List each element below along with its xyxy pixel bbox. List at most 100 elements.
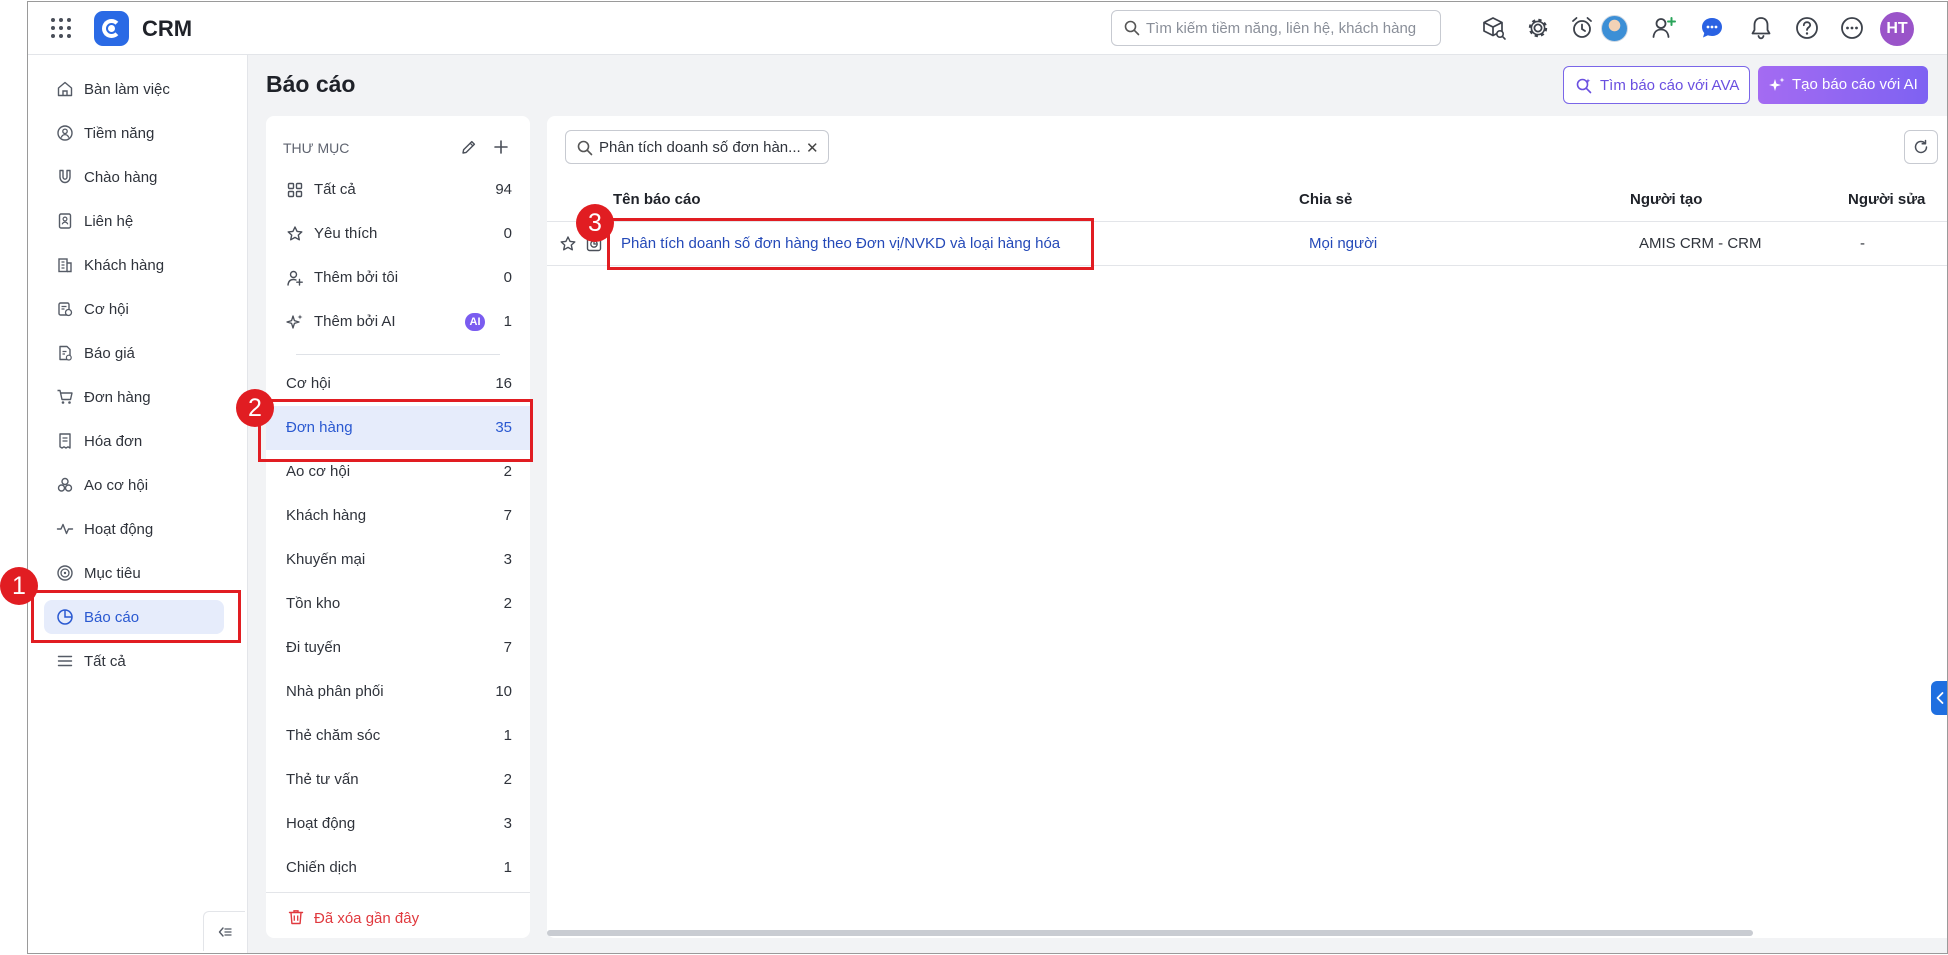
column-header-creator[interactable]: Người tạo [1630,191,1702,208]
folder-label: Hoạt động [286,815,356,832]
column-header-share[interactable]: Chia sẻ [1299,191,1352,208]
app-launcher-icon[interactable] [50,17,72,39]
pool-icon [57,477,73,492]
report-modifier: - [1860,235,1865,252]
favorite-star-icon[interactable] [559,235,577,253]
column-header-report-name[interactable]: Tên báo cáo [613,191,701,208]
folder-item[interactable]: Thẻ chăm sóc 1 [266,714,530,758]
column-header-modifier[interactable]: Người sửa [1848,191,1925,208]
assistant-avatar-icon[interactable] [1601,15,1628,42]
edit-pencil-icon[interactable] [460,138,478,156]
folder-item[interactable]: Ao cơ hội 2 [266,450,530,494]
settings-gear-icon[interactable] [1525,15,1551,41]
user-avatar[interactable]: HT [1880,12,1914,46]
building-icon [58,258,72,273]
folder-count: 35 [495,419,512,436]
create-report-ai-button[interactable]: Tạo báo cáo với AI [1758,66,1928,104]
grid-icon [287,182,303,198]
clear-filter-icon[interactable]: ✕ [806,139,819,157]
folder-item[interactable]: Chiến dịch 1 [266,846,530,890]
sidebar-item-label: Báo giá [84,345,135,362]
sidebar-item-goals[interactable]: Mục tiêu [44,556,224,590]
ai-search-icon [1576,78,1592,94]
add-user-icon[interactable] [1651,15,1677,41]
folder-label: Ao cơ hội [286,463,351,480]
report-share[interactable]: Mọi người [1309,235,1377,252]
annotation-marker-3: 3 [576,204,614,242]
crm-logo-icon[interactable] [94,11,129,46]
package-search-icon[interactable] [1481,15,1507,41]
sidebar-item-orders[interactable]: Đơn hàng [44,380,224,414]
sidebar-item-dashboard[interactable]: Bàn làm việc [44,72,224,106]
folder-item[interactable]: Khách hàng 7 [266,494,530,538]
sidebar-item-label: Báo cáo [84,609,140,626]
folder-count: 0 [503,269,512,286]
sidebar-item-invoices[interactable]: Hóa đơn [44,424,224,458]
folder-item[interactable]: Tồn kho 2 [266,582,530,626]
folder-label: Tồn kho [286,595,341,612]
folder-all[interactable]: Tất cả 94 [266,168,530,212]
folder-item-orders[interactable]: Đơn hàng 35 [266,406,530,450]
refresh-icon [1914,139,1928,154]
alarm-clock-icon[interactable] [1569,15,1595,41]
folder-favorites[interactable]: Yêu thích 0 [266,212,530,256]
report-filter-chip[interactable]: Phân tích doanh số đơn hàn... ✕ [565,130,829,164]
quote-icon [59,345,72,361]
sidebar-item-contacts[interactable]: Liên hệ [44,204,224,238]
table-row[interactable]: Phân tích doanh số đơn hàng theo Đơn vị/… [547,222,1947,266]
folder-item[interactable]: Cơ hội 16 [266,362,530,406]
folder-label: Tất cả [314,181,356,198]
sidebar-item-all[interactable]: Tất cả [44,644,224,678]
folder-item[interactable]: Nhà phân phối 10 [266,670,530,714]
help-question-icon[interactable] [1794,15,1820,41]
collapse-sidebar-button[interactable] [203,911,245,951]
global-search-input[interactable] [1146,17,1434,39]
folder-item[interactable]: Hoạt động 3 [266,802,530,846]
cart-icon [57,389,73,404]
folder-item[interactable]: Thẻ tư vấn 2 [266,758,530,802]
folder-count: 2 [503,771,512,788]
folder-count: 94 [495,181,512,198]
chevron-left-icon [1936,692,1944,704]
folder-label: Yêu thích [314,225,378,242]
sidebar-item-customers[interactable]: Khách hàng [44,248,224,282]
invoice-icon [59,433,71,449]
crm-window: CRM HT Bàn làm việc Tiềm n [27,1,1948,954]
sidebar-item-label: Hoạt động [84,521,154,538]
sidebar-item-label: Đơn hàng [84,389,151,406]
sidebar-item-opportunity-pool[interactable]: Ao cơ hội [44,468,224,502]
folder-item[interactable]: Đi tuyến 7 [266,626,530,670]
sidebar-item-reports[interactable]: Báo cáo [44,600,224,634]
sidebar-item-label: Hóa đơn [84,433,143,450]
target-user-icon [57,125,73,141]
folder-label: Khách hàng [286,507,367,524]
folder-label: Đơn hàng [286,419,353,436]
global-search[interactable] [1111,10,1441,46]
folder-count: 1 [503,859,512,876]
sidebar-item-offers[interactable]: Chào hàng [44,160,224,194]
sidebar-item-activities[interactable]: Hoạt động [44,512,224,546]
folder-label: Cơ hội [286,375,331,392]
folder-count: 3 [503,815,512,832]
folder-count: 1 [503,727,512,744]
report-name-link[interactable]: Phân tích doanh số đơn hàng theo Đơn vị/… [621,235,1060,252]
folder-footer-divider [266,892,530,893]
folder-added-by-me[interactable]: Thêm bởi tôi 0 [266,256,530,300]
sparkle-icon [286,314,303,329]
side-panel-toggle[interactable] [1931,681,1947,715]
notification-bell-icon[interactable] [1748,15,1774,41]
refresh-button[interactable] [1904,130,1938,164]
search-reports-ava-button[interactable]: Tìm báo cáo với AVA [1563,66,1750,104]
sidebar-item-quotes[interactable]: Báo giá [44,336,224,370]
chat-bubble-icon[interactable] [1699,15,1725,41]
recently-deleted-link[interactable]: Đã xóa gần đây [266,900,530,936]
sidebar-item-leads[interactable]: Tiềm năng [44,116,224,150]
sidebar-item-opportunities[interactable]: Cơ hội [44,292,224,326]
folder-count: 3 [503,551,512,568]
folder-item[interactable]: Khuyến mại 3 [266,538,530,582]
more-options-icon[interactable] [1839,15,1865,41]
folder-added-by-ai[interactable]: Thêm bởi AI AI 1 [266,300,530,344]
horizontal-scrollbar[interactable] [547,930,1753,936]
add-folder-icon[interactable] [492,138,510,156]
sidebar-item-label: Ao cơ hội [84,477,149,494]
